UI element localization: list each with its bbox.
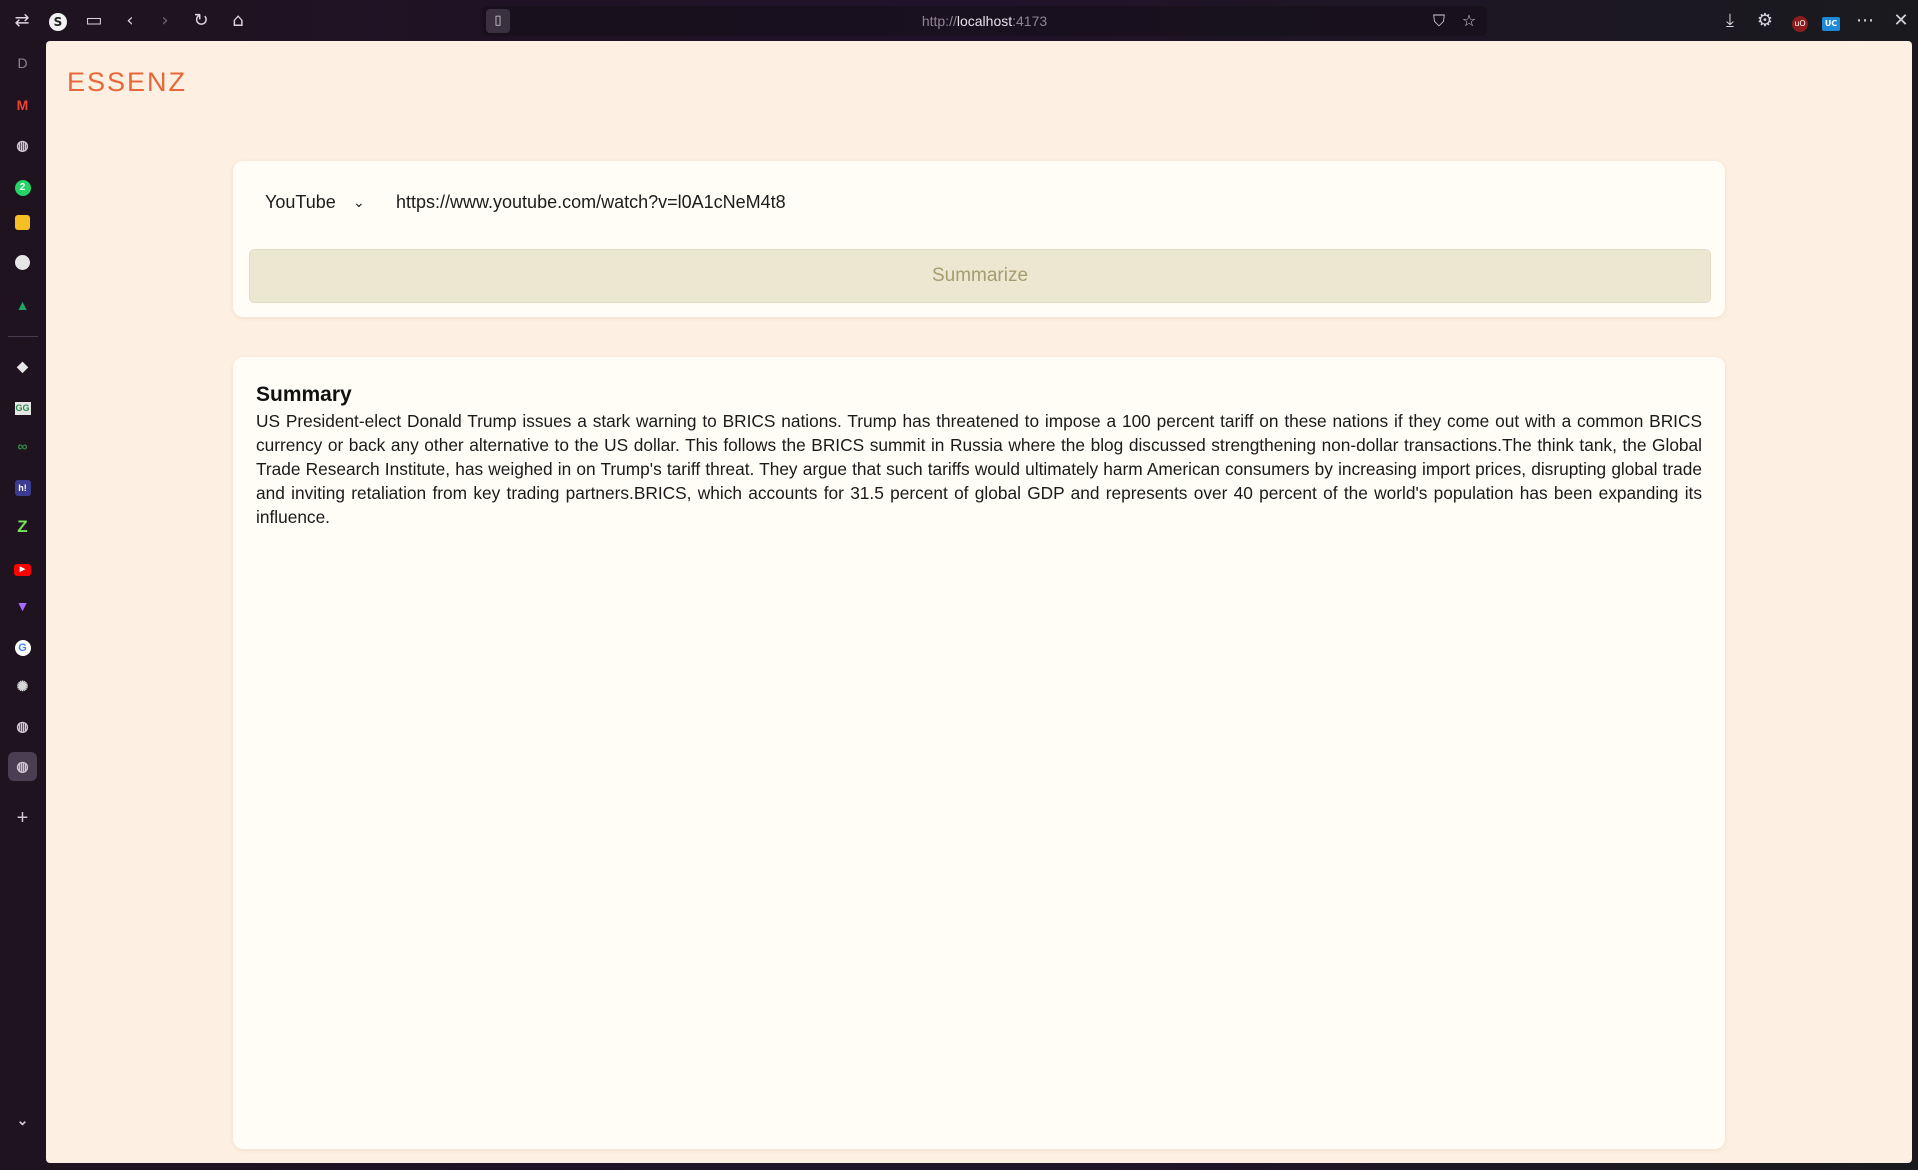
shield-icon[interactable]: ⛉ bbox=[1427, 9, 1451, 33]
summarize-button[interactable]: Summarize bbox=[249, 249, 1711, 303]
sidebar-toggle-icon[interactable]: ▭ bbox=[81, 8, 107, 34]
back-icon[interactable]: ‹ bbox=[117, 8, 143, 34]
openai-icon[interactable]: ✺ bbox=[8, 672, 37, 701]
chevron-down-icon[interactable]: ⌄ bbox=[8, 1106, 37, 1135]
source-select[interactable]: YouTube ⌄ bbox=[251, 185, 371, 219]
url-host: localhost bbox=[956, 13, 1013, 29]
bookmark-star-icon[interactable]: ☆ bbox=[1457, 9, 1481, 33]
package-icon[interactable]: ◆ bbox=[8, 352, 37, 381]
profile-letter: S bbox=[49, 13, 67, 31]
hashnode-icon[interactable]: h! bbox=[8, 472, 37, 501]
menu-icon[interactable]: ⋯ bbox=[1852, 8, 1878, 34]
whatsapp-icon[interactable]: 2 bbox=[8, 171, 37, 200]
browser-toolbar: ⇄ S ▭ ‹ › ↻ ⌂ ▯ http://localhost:4173 ⛉ … bbox=[0, 0, 1918, 41]
input-card: YouTube ⌄ https://www.youtube.com/watch?… bbox=[233, 161, 1725, 317]
geeksforgeeks-icon[interactable]: GG bbox=[8, 392, 37, 421]
home-icon[interactable]: ⌂ bbox=[225, 8, 251, 34]
close-window-icon[interactable]: ✕ bbox=[1888, 8, 1914, 34]
browser-sidebar: D M ◍ 2 ▲ ◆ GG ∞ h! Z ▶ ▼ G ✺ ◍ ◍ + ⌄ bbox=[0, 41, 46, 1170]
github-icon[interactable] bbox=[8, 251, 37, 280]
globe-icon-2[interactable]: ◍ bbox=[8, 712, 37, 741]
chevron-down-icon: ⌄ bbox=[353, 194, 365, 210]
reload-icon[interactable]: ↻ bbox=[188, 8, 214, 34]
gmail-icon[interactable]: M bbox=[8, 91, 37, 120]
extensions-icon[interactable]: ⚙ bbox=[1752, 8, 1778, 34]
swap-icon[interactable]: ⇄ bbox=[9, 8, 35, 34]
ublock-icon[interactable]: uO bbox=[1787, 8, 1813, 34]
download-icon[interactable]: ⤓ bbox=[1717, 8, 1743, 34]
summary-text: US President-elect Donald Trump issues a… bbox=[256, 411, 1702, 527]
url-input[interactable]: https://www.youtube.com/watch?v=l0A1cNeM… bbox=[396, 185, 1696, 219]
vite-icon[interactable]: ▼ bbox=[8, 592, 37, 621]
add-tab-icon[interactable]: + bbox=[8, 804, 37, 833]
extension-uc-icon[interactable]: UC bbox=[1818, 8, 1844, 34]
summary-heading: Summary bbox=[256, 383, 352, 406]
address-text[interactable]: http://localhost:4173 bbox=[482, 6, 1487, 36]
globe-icon[interactable]: ◍ bbox=[8, 131, 37, 160]
profile-avatar[interactable]: S bbox=[45, 8, 71, 34]
globe-icon-active[interactable]: ◍ bbox=[8, 752, 37, 781]
drive-icon[interactable]: ▲ bbox=[8, 291, 37, 320]
summary-card: Summary US President-elect Donald Trump … bbox=[233, 357, 1725, 1149]
z-app-icon[interactable]: Z bbox=[8, 512, 37, 541]
keep-icon[interactable] bbox=[8, 211, 37, 240]
source-select-value: YouTube bbox=[265, 192, 336, 212]
app-logo[interactable]: ESSENZ bbox=[67, 67, 187, 98]
sidebar-divider bbox=[8, 336, 38, 337]
geeks-logo-icon[interactable]: ∞ bbox=[8, 432, 37, 461]
forward-icon[interactable]: › bbox=[152, 8, 178, 34]
address-bar[interactable]: ▯ http://localhost:4173 ⛉ ☆ bbox=[482, 6, 1487, 36]
url-port: :4173 bbox=[1012, 13, 1048, 29]
page-viewport: ESSENZ YouTube ⌄ https://www.youtube.com… bbox=[46, 41, 1912, 1163]
workspace-letter[interactable]: D bbox=[8, 49, 37, 78]
google-icon[interactable]: G bbox=[8, 632, 37, 661]
url-scheme: http:// bbox=[921, 13, 957, 29]
youtube-icon[interactable]: ▶ bbox=[8, 552, 37, 581]
